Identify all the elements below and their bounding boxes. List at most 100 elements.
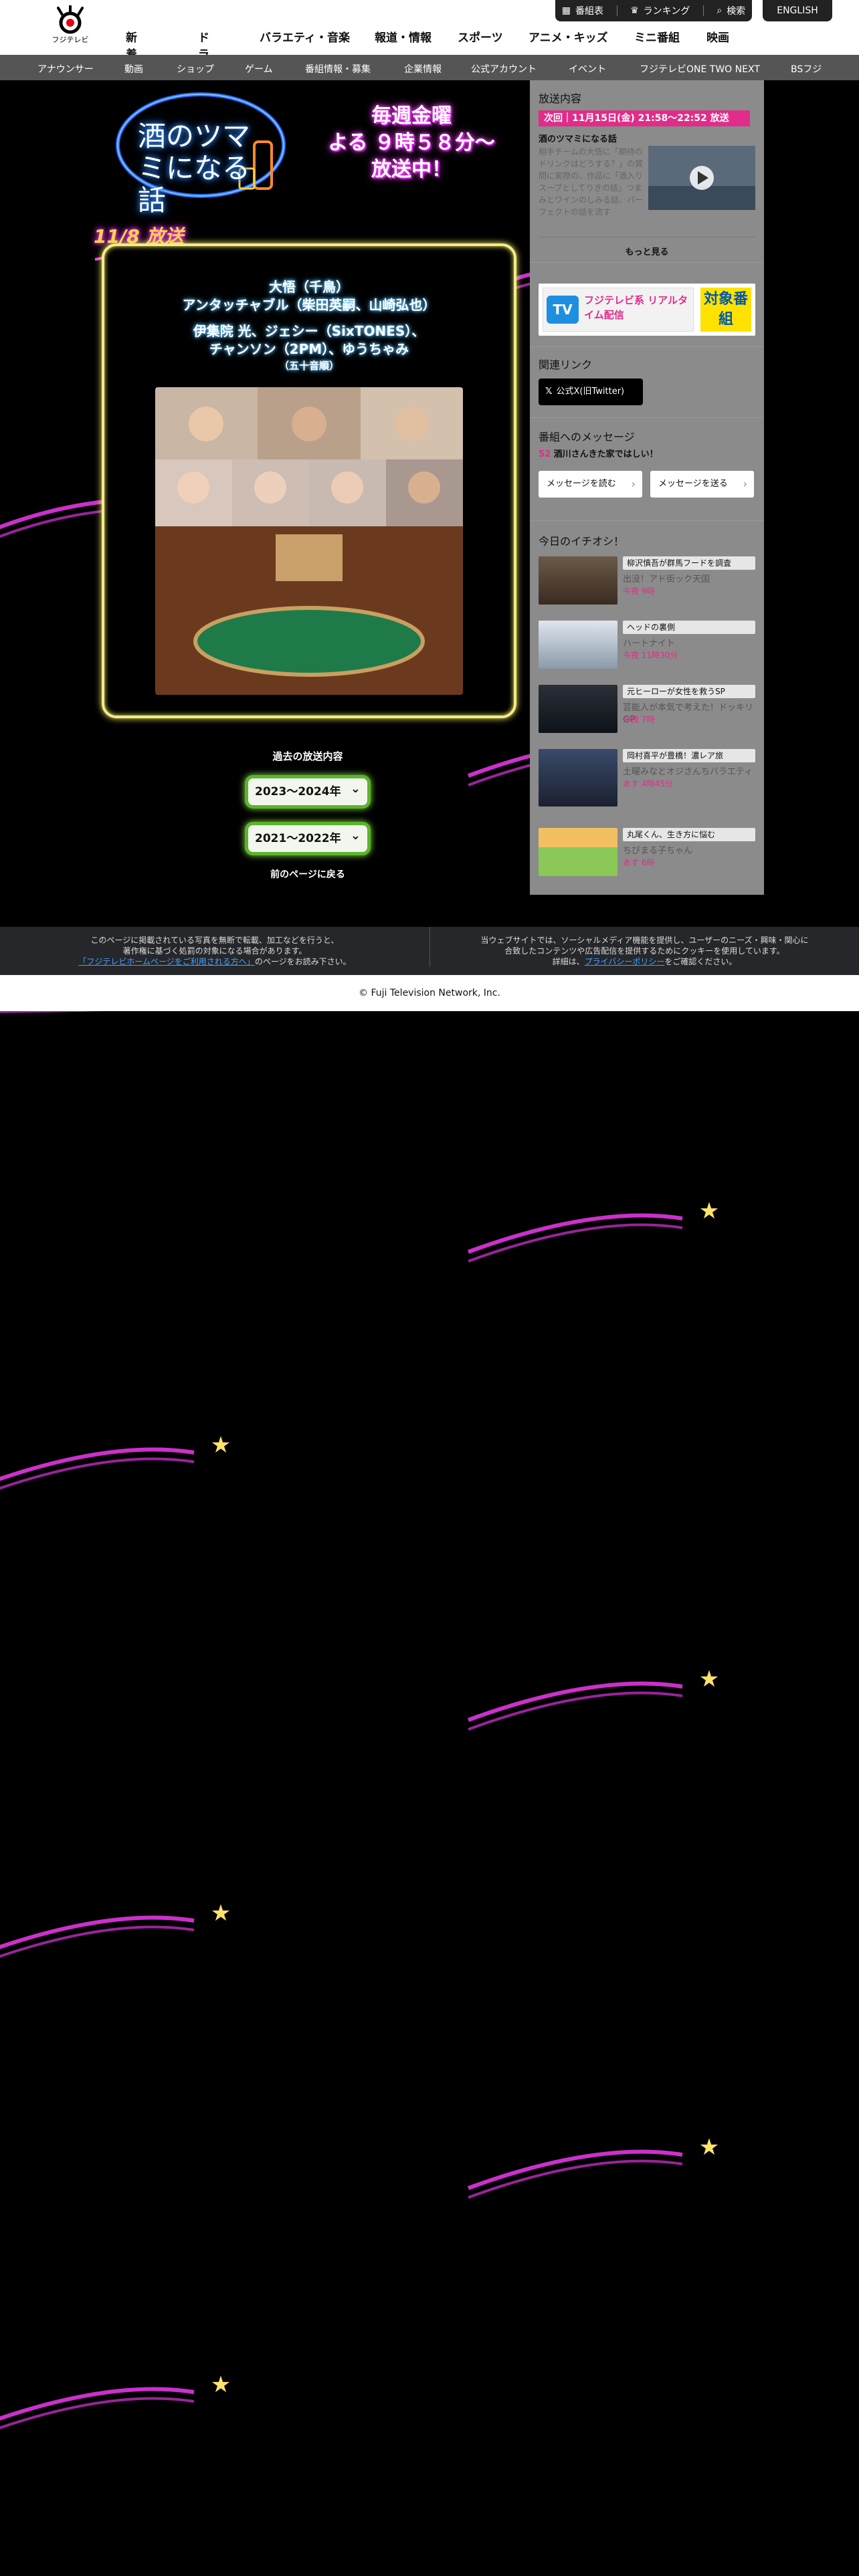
nav-item-anime[interactable]: アニメ・キッズ <box>529 28 608 45</box>
pickup-thumbnail <box>539 685 617 733</box>
program-content: ★ 酒のツマミになる話 毎週金曜 よる ９時５８分～ 放送中！ 11/8 放送 … <box>0 80 859 927</box>
search-icon: ⌕ <box>717 5 723 16</box>
nav-item-sports[interactable]: スポーツ <box>458 28 503 45</box>
neon-streak-decoration: ★ <box>0 2371 231 2430</box>
cookie-notice: 当ウェブサイトでは、ソーシャルメディア機能を提供し、ユーザーのニーズ・興味・関心… <box>430 927 859 967</box>
pickup-title: 土曜みなとオジさんちバラエティ <box>623 767 753 777</box>
nav-item-news-info[interactable]: 報道・情報 <box>375 28 432 45</box>
divider <box>530 417 764 418</box>
message-count: 52 酒川さんきた家ではしい！ <box>539 447 658 459</box>
svg-text:★: ★ <box>211 1900 231 1927</box>
subnav-item-recruit[interactable]: 番組情報・募集 <box>305 62 371 76</box>
ranking-link[interactable]: ♛ ランキング <box>630 4 690 17</box>
send-message-button[interactable]: メッセージを送る <box>650 471 754 498</box>
terms-link[interactable]: 「フジテレビホームページをご利用される方へ」 <box>78 957 254 966</box>
tver-text: フジテレビ系 リアルタイム配信 <box>584 294 688 321</box>
footer-notices: このページに掲載されている写真を無断で転載、加工などを行うと、 著作権に基づく処… <box>0 927 859 975</box>
subnav-item-corporate[interactable]: 企業情報 <box>404 62 442 76</box>
nav-item-mini[interactable]: ミニ番組 <box>634 28 680 45</box>
tver-banner[interactable]: TV フジテレビ系 リアルタイム配信 対象番組 <box>539 284 755 336</box>
cast-line: アンタッチャブル（柴田英嗣、山崎弘也） <box>182 297 436 313</box>
cast-line: 大悟（千鳥） <box>269 279 349 295</box>
subnav-item-one-two-next[interactable]: フジテレビONE TWO NEXT <box>640 62 760 76</box>
divider <box>530 346 764 347</box>
past-broadcasts: 過去の放送内容 2023〜2024年 2021〜2022年 前のページに戻る <box>201 749 415 881</box>
cast-photo <box>155 387 463 695</box>
year-select-2021[interactable]: 2021〜2022年 <box>245 822 371 855</box>
cast-line: 伊集院 光、ジェシー（SixTONES）、 <box>193 323 425 339</box>
privacy-policy-link[interactable]: プライバシーポリシー <box>585 957 665 966</box>
svg-text:★: ★ <box>699 1198 719 1224</box>
nav-item-movie[interactable]: 映画 <box>706 28 729 45</box>
sidebar: 放送内容 次回｜11月15日(金) 21:58〜22:52 放送 酒のツマミにな… <box>530 80 764 895</box>
english-button[interactable]: ENGLISH <box>763 0 832 21</box>
search-link[interactable]: ⌕ 検索 <box>717 4 745 17</box>
pickup-thumbnail <box>539 828 617 876</box>
related-links-heading: 関連リンク <box>539 358 593 371</box>
pickup-title: ちびまる子ちゃん <box>623 846 693 856</box>
program-table-link[interactable]: ▦ 番組表 <box>562 4 603 17</box>
subnav-item-video[interactable]: 動画 <box>124 62 143 76</box>
nav-item-variety[interactable]: バラエティ・音楽 <box>260 28 350 45</box>
message-heading: 番組へのメッセージ <box>539 431 635 443</box>
notice-text: 当ウェブサイトでは、ソーシャルメディア機能を提供し、ユーザーのニーズ・興味・関心… <box>480 936 809 945</box>
cast-list: 大悟（千鳥） アンタッチャブル（柴田英嗣、山崎弘也） 伊集院 光、ジェシー（Si… <box>124 278 494 373</box>
subnav-item-bsfuji[interactable]: BSフジ <box>791 62 822 76</box>
notice-text: 合致したコンテンツや広告配信を提供するためにクッキーを使用しています。 <box>504 946 785 956</box>
pickup-tag: 柳沢慎吾が群馬フードを調査 <box>623 556 755 570</box>
episode-video-thumbnail[interactable] <box>648 146 755 210</box>
subnav-item-shop[interactable]: ショップ <box>177 62 214 76</box>
slogan-line: 毎週金曜 <box>371 104 452 128</box>
message-count-number: 52 <box>539 449 551 459</box>
neon-streak-decoration: ★ <box>0 1432 231 1490</box>
pickup-item[interactable]: 元ヒーローが女性を救うSP 芸能人が本気で考えた！ドッキリGP 今夜 7時 <box>539 685 755 733</box>
more-link[interactable]: もっと見る <box>530 245 764 257</box>
svg-text:★: ★ <box>699 2134 719 2161</box>
back-link[interactable]: 前のページに戻る <box>270 869 345 880</box>
pickup-item[interactable]: 丸尾くん、生き方に悩む ちびまる子ちゃん あす 6時 <box>539 828 755 876</box>
year-select-2023[interactable]: 2023〜2024年 <box>245 775 371 809</box>
pickup-tag: 丸尾くん、生き方に悩む <box>623 828 755 841</box>
copyright: © Fuji Television Network, Inc. <box>0 975 859 1011</box>
episode-description: 相手チームの大悟に「期待のドリンクはどうする？」の質問に実際の、作品に「酒入りス… <box>539 147 644 217</box>
site-header: フジテレビ ▦番組表 ♛ランキング ⌕検索 ENGLISH 新着記事 ドラマ バ… <box>0 0 859 95</box>
divider <box>702 5 704 16</box>
fuji-tv-logo[interactable]: フジテレビ <box>48 5 92 45</box>
program-table-label: 番組表 <box>575 6 603 17</box>
past-broadcasts-title: 過去の放送内容 <box>272 750 343 762</box>
subnav-item-official[interactable]: 公式アカウント <box>471 62 537 76</box>
divider <box>530 262 764 263</box>
neon-streak-decoration: ★ <box>467 2134 719 2199</box>
pickup-date: あす 4時45分 <box>623 779 673 788</box>
x-logo-icon: 𝕏 <box>545 387 553 397</box>
tver-logo-icon: TV <box>547 296 579 324</box>
ranking-label: ランキング <box>643 6 690 17</box>
pickup-tag: ヘッドの裏側 <box>623 621 755 634</box>
slogan-line: よる ９時５８分～ <box>328 131 495 154</box>
subnav-item-game[interactable]: ゲーム <box>245 62 273 76</box>
x-button-label: 公式X(旧Twitter) <box>556 387 625 397</box>
subnav-item-announcer[interactable]: アナウンサー <box>37 62 94 76</box>
subnav-item-event[interactable]: イベント <box>569 62 606 76</box>
eye-logo-icon <box>57 5 84 34</box>
x-official-button[interactable]: 𝕏 公式X(旧Twitter) <box>539 379 643 405</box>
pickup-item[interactable]: ヘッドの裏側 ハートナイト 今夜 11時30分 <box>539 621 755 669</box>
pickup-item[interactable]: 岡村喜平が豊橋！濃レア旅 土曜みなとオジさんちバラエティ あす 4時45分 <box>539 749 755 807</box>
notice-text: 著作権に基づく処罰の対象になる場合があります。 <box>122 946 307 956</box>
pickup-item[interactable]: 柳沢慎吾が群馬フードを調査 出没！アド街ック天国 今夜 9時 <box>539 556 755 605</box>
episode-title: 酒のツマミになる話 <box>539 134 617 144</box>
svg-text:★: ★ <box>211 2371 231 2398</box>
notice-text: をご確認ください。 <box>664 957 737 966</box>
notice-text: 詳細は、 <box>552 957 585 966</box>
read-messages-button[interactable]: メッセージを読む <box>539 471 642 498</box>
next-broadcast-banner: 次回｜11月15日(金) 21:58〜22:52 放送 <box>539 110 750 126</box>
pickup-date: 今夜 9時 <box>623 586 655 596</box>
svg-text:★: ★ <box>211 1432 231 1459</box>
utility-bar: ▦ 番組表 ♛ ランキング ⌕ 検索 <box>555 0 752 21</box>
play-icon <box>648 146 755 210</box>
sub-nav: アナウンサー 動画 ショップ ゲーム 番組情報・募集 企業情報 公式アカウント … <box>0 55 859 80</box>
pickup-title: ハートナイト <box>623 639 676 649</box>
crown-icon: ♛ <box>630 5 639 16</box>
notice-text: のページをお読み下さい。 <box>254 957 351 966</box>
pickup-title: 出没！アド街ック天国 <box>623 574 710 584</box>
